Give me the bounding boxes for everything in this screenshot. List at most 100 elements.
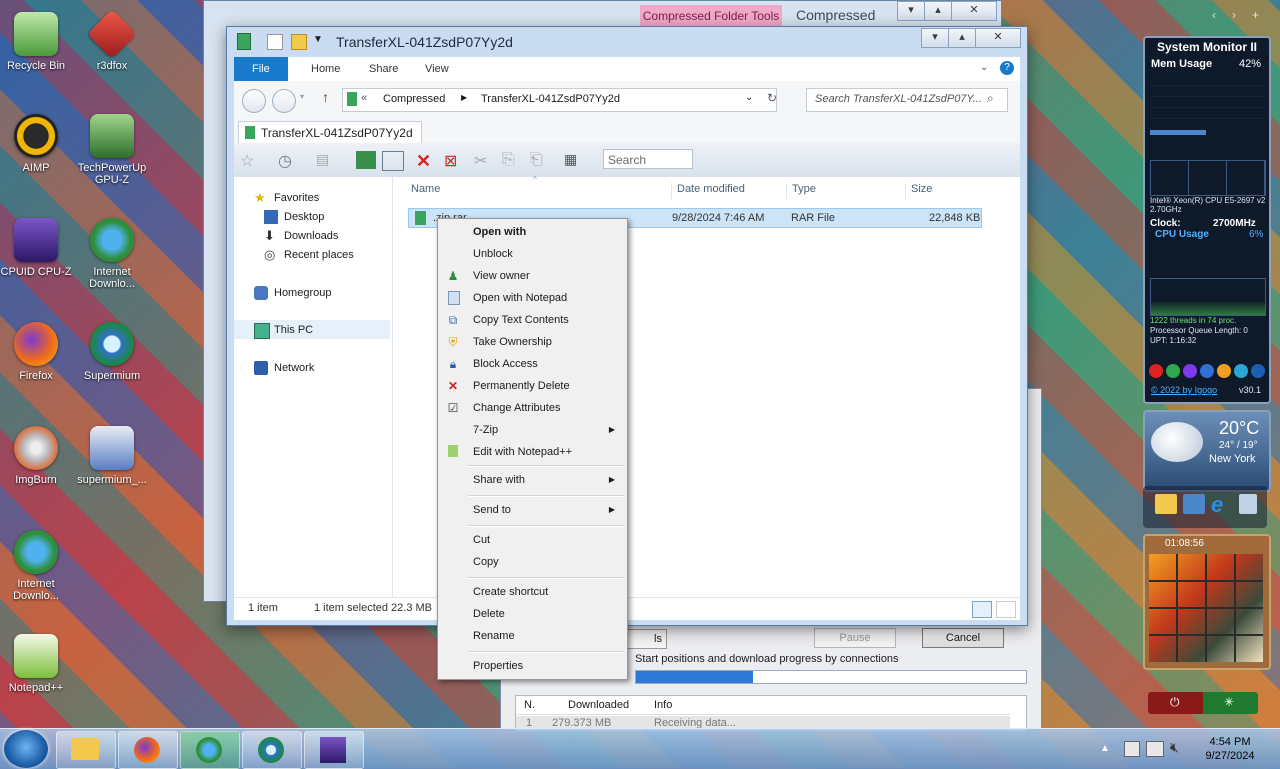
nav-recent-places[interactable]: ◎ Recent places [264,246,354,265]
show-hidden-icons[interactable]: ▲ [1100,743,1110,754]
sleep-icon[interactable] [1183,364,1197,378]
folder-icon[interactable] [1155,494,1177,514]
copy-icon[interactable]: ⎘ [502,151,522,169]
desktop-icon-firefox[interactable]: Firefox [0,322,72,382]
menu-item-rename[interactable]: Rename [440,625,625,647]
cut-icon[interactable]: ✂ [474,151,494,170]
details-view-icon[interactable] [972,601,992,618]
breadcrumb-separator-icon[interactable]: ▶ [461,93,467,102]
search-icon[interactable]: ⌕ [987,91,994,106]
recent-locations-icon[interactable]: ▾ [300,92,304,101]
help-icon[interactable]: ? [1000,61,1014,75]
menu-item-delete[interactable]: Delete [440,603,625,625]
refresh-icon[interactable]: ↻ [767,91,777,105]
move-to-icon[interactable] [382,151,404,171]
desktop-icon-aimp[interactable]: AIMP [0,114,72,174]
overflow-chevron-icon[interactable]: « [361,92,367,104]
desktop-icon-supermium-installer[interactable]: supermium_... [76,426,148,486]
tab-home[interactable]: Home [297,57,354,81]
menu-item-take-ownership[interactable]: ⛨ Take Ownership [440,331,625,353]
search-box[interactable]: Search TransferXL-041ZsdP07Y... ⌕ [806,88,1008,112]
start-button[interactable] [4,730,48,768]
puzzle-gadget[interactable]: 01:08:56 [1143,534,1271,670]
weather-gadget[interactable]: 20°C 24° / 19° New York [1143,410,1271,492]
computer-icon[interactable] [1183,494,1205,514]
pause-button[interactable]: Pause [814,628,896,648]
search-input[interactable]: Search TransferXL-041ZsdP07Y... [815,93,982,105]
new-folder-icon[interactable] [291,34,307,50]
menu-item-copy[interactable]: Copy [440,551,625,573]
menu-item-7zip[interactable]: 7-Zip ▶ [440,419,625,441]
desktop-icon-imgburn[interactable]: ImgBurn [0,426,72,486]
properties-icon[interactable] [267,34,283,50]
nav-this-pc[interactable]: This PC [254,321,313,340]
view-options-icon[interactable]: ▦ [564,151,584,169]
desktop-icon-r3dfox[interactable]: r3dfox [76,9,148,72]
tab-share[interactable]: Share [355,57,412,81]
menu-item-create-shortcut[interactable]: Create shortcut [440,581,625,603]
desktop-icon-gpuz[interactable]: TechPowerUp GPU-Z [76,114,148,186]
desktop-icon-cpuz[interactable]: CPUID CPU-Z [0,218,72,278]
maximize-button[interactable]: ▴ [948,28,976,48]
menu-item-copy-text-contents[interactable]: ⧉ Copy Text Contents [440,309,625,331]
taskbar-firefox[interactable] [118,731,178,769]
shutdown-icon[interactable] [1149,364,1163,378]
breadcrumb-compressed[interactable]: Compressed [383,93,445,105]
restart-icon[interactable] [1166,364,1180,378]
power-gadget[interactable]: ⏻ ✳ [1148,692,1258,714]
menu-item-view-owner[interactable]: ♟ View owner [440,265,625,287]
delete-icon[interactable]: ✕ [416,151,436,171]
taskbar-cpuz[interactable] [304,731,364,769]
ribbon-expand-icon[interactable]: ⌄ [980,62,988,73]
desktop-icon-notepadpp[interactable]: Notepad++ [0,634,72,694]
back-button[interactable] [242,89,266,113]
hibernate-icon[interactable] [1200,364,1214,378]
nav-desktop[interactable]: Desktop [264,208,324,227]
taskbar-idm[interactable] [180,731,240,769]
menu-item-edit-notepadpp[interactable]: Edit with Notepad++ [440,441,625,463]
menu-item-share-with[interactable]: Share with ▶ [440,469,625,491]
gadget-add-icon[interactable]: + [1252,8,1259,22]
menu-item-change-attributes[interactable]: ☑ Change Attributes [440,397,625,419]
chevron-down-icon[interactable]: ▼ [313,34,323,45]
menu-item-permanently-delete[interactable]: ✕ Permanently Delete [440,375,625,397]
close-button[interactable]: ✕ [951,1,997,21]
menu-item-unblock[interactable]: Unblock [440,243,625,265]
address-box[interactable]: « Compressed ▶ TransferXL-041ZsdP07Yy2d … [342,88,777,112]
taskbar-supermium[interactable] [242,731,302,769]
minimize-button[interactable]: ▾ [897,1,925,21]
desktop-icon-recycle-bin[interactable]: Recycle Bin [0,12,72,72]
menu-item-block-access[interactable]: 🔒︎ Block Access [440,353,625,375]
nav-network[interactable]: Network [254,359,314,378]
puzzle-board[interactable] [1149,554,1263,662]
desktop-icon-idm-2[interactable]: Internet Downlo... [0,530,72,602]
menu-item-open-with-notepad[interactable]: Open with Notepad [440,287,625,309]
large-icons-view-icon[interactable] [996,601,1016,618]
taskbar-explorer[interactable] [56,731,116,769]
toolbar-search-input[interactable]: Search [603,149,693,169]
nav-favorites[interactable]: ★ Favorites [254,189,319,208]
desktop-icon-idm[interactable]: Internet Downlo... [76,218,148,290]
gadget-prev-icon[interactable]: ‹ [1212,8,1216,22]
network-icon[interactable] [1146,741,1164,757]
history-icon[interactable]: ◷ [278,151,298,170]
nav-homegroup[interactable]: Homegroup [254,284,331,303]
forward-button[interactable] [272,89,296,113]
column-header-date[interactable]: Date modified [671,183,745,199]
minimize-button[interactable]: ▾ [921,28,949,48]
recycle-bin-icon[interactable] [1239,494,1257,514]
action-center-icon[interactable] [1124,741,1140,757]
explorer-tab[interactable]: TransferXL-041ZsdP07Yy2d [238,121,422,144]
copy-to-icon[interactable] [356,151,376,169]
compressed-folder-tools-tab[interactable]: Compressed Folder Tools [640,5,782,27]
taskbar-clock[interactable]: 4:54 PM 9/27/2024 [1200,735,1260,763]
delete-permanently-icon[interactable]: ⊠ [444,151,464,170]
gadget-next-icon[interactable]: › [1232,8,1236,22]
paste-icon[interactable]: ⎗ [530,151,550,169]
volume-icon[interactable]: 🔇︎ [1170,739,1179,756]
up-arrow-icon[interactable]: ↑ [322,89,329,105]
internet-explorer-icon[interactable]: e [1211,492,1223,518]
menu-item-send-to[interactable]: Send to ▶ [440,499,625,521]
tab-view[interactable]: View [411,57,463,81]
favorites-star-icon[interactable]: ☆ [240,151,260,170]
